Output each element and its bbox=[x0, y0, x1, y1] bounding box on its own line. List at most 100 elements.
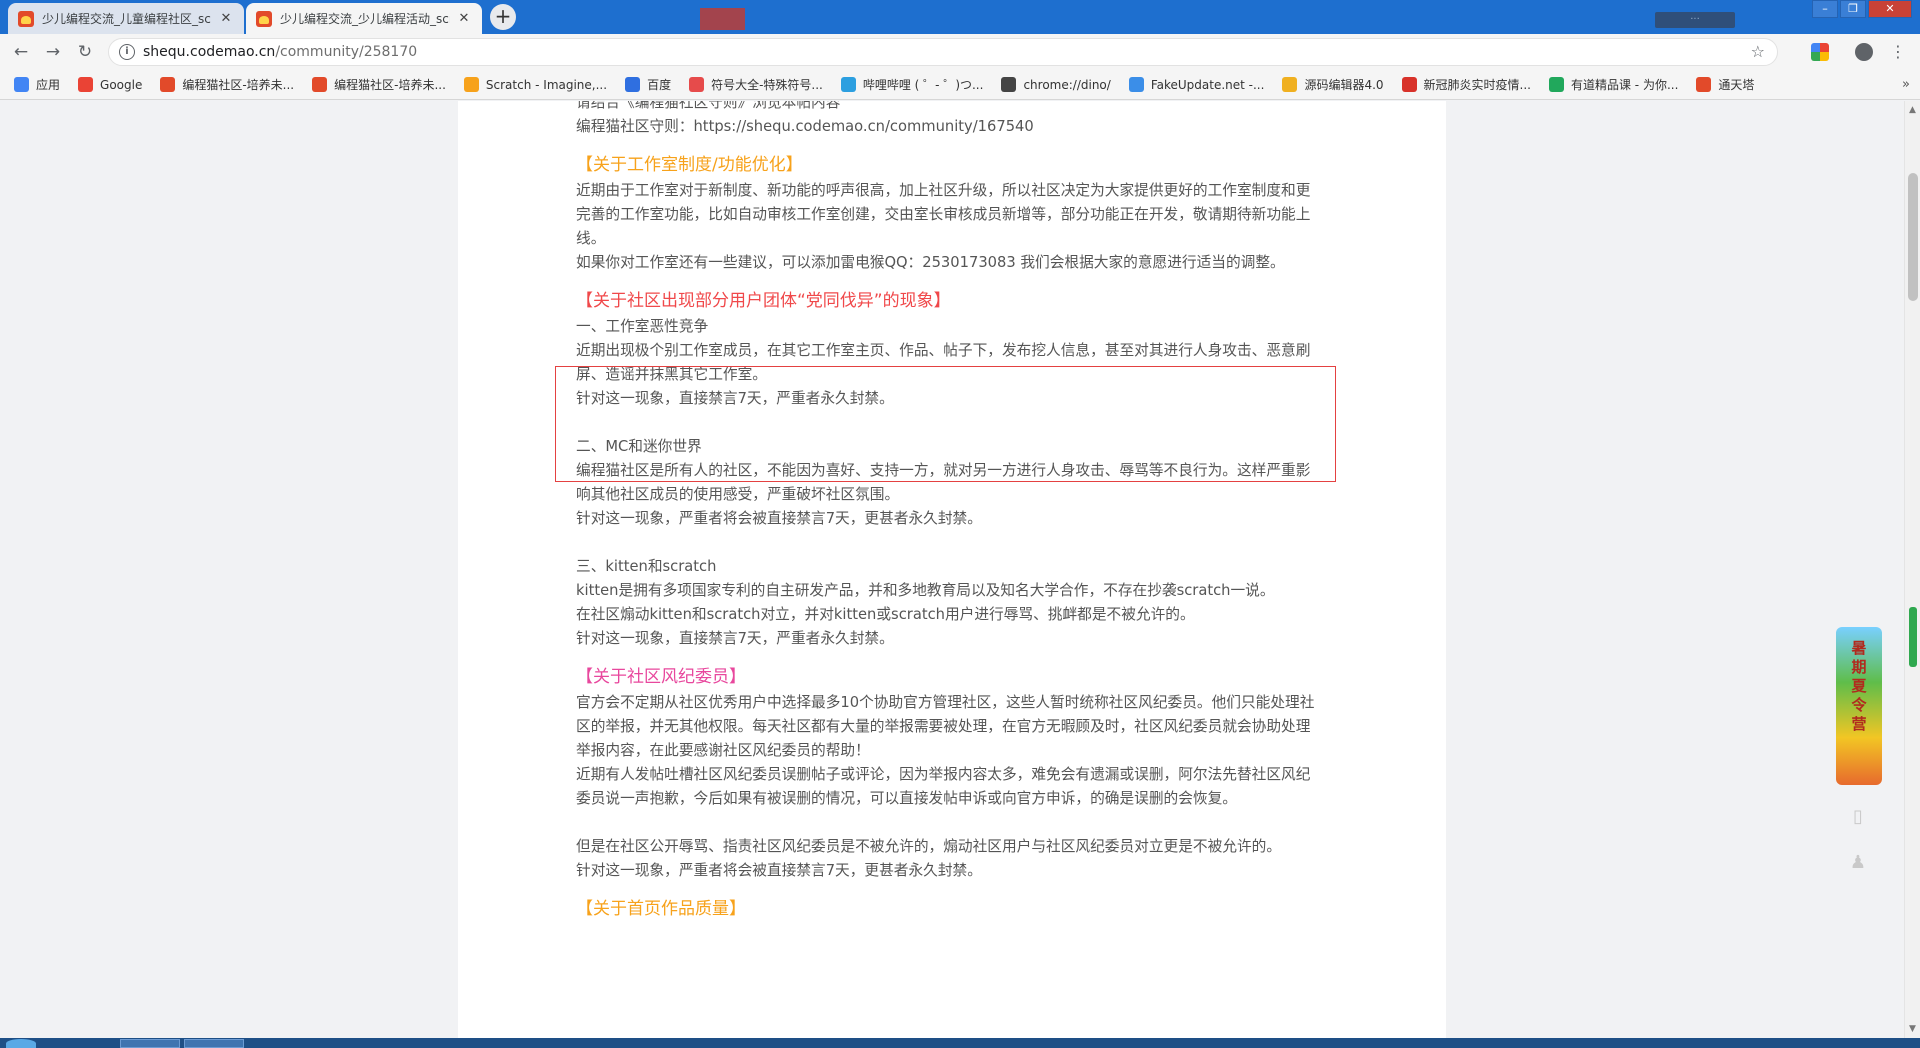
section-heading-studio: 【关于工作室制度/功能优化】 bbox=[576, 155, 803, 175]
section-heading-committee: 【关于社区风纪委员】 bbox=[576, 667, 746, 687]
bookmark-label: 百度 bbox=[647, 78, 672, 92]
tab-community-2[interactable]: 少儿编程交流_少儿编程活动_scra ✕ bbox=[246, 3, 482, 34]
minimize-icon[interactable]: – bbox=[1812, 0, 1838, 18]
item-title: 三、kitten和scratch bbox=[576, 558, 717, 575]
paragraph: 针对这一现象，直接禁言7天，严重者永久封禁。 bbox=[576, 630, 894, 647]
codemao-favicon-icon bbox=[256, 10, 272, 27]
extension-icon[interactable] bbox=[1811, 43, 1829, 61]
paragraph: 针对这一现象，严重者将会被直接禁言7天，更甚者永久封禁。 bbox=[576, 862, 982, 879]
section-heading-homepage: 【关于首页作品质量】 bbox=[576, 899, 746, 919]
bookmark-item[interactable]: 编程猫社区-培养未... bbox=[312, 76, 446, 93]
bookmark-star-icon[interactable]: ☆ bbox=[1751, 42, 1765, 61]
address-bar[interactable]: i shequ.codemao.cn/community/258170 ☆ bbox=[108, 38, 1778, 66]
scroll-down-arrow-icon[interactable]: ▼ bbox=[1909, 1024, 1916, 1034]
profile-chip[interactable]: ··· bbox=[1655, 12, 1735, 28]
bookmark-item[interactable]: 符号大全-特殊符号... bbox=[689, 76, 823, 93]
forward-arrow-icon[interactable]: → bbox=[42, 41, 64, 63]
highlight-annotation-box bbox=[555, 366, 1336, 482]
tab-strip-decoration bbox=[700, 8, 745, 30]
bookmark-favicon-icon bbox=[1696, 77, 1712, 92]
paragraph: kitten是拥有多项国家专利的自主研发产品，并和多地教育局以及知名大学合作，不… bbox=[576, 582, 1275, 599]
url-text[interactable]: shequ.codemao.cn/community/258170 bbox=[143, 44, 417, 60]
bookmark-item[interactable]: Scratch - Imagine,... bbox=[463, 77, 608, 92]
close-tab-icon[interactable]: ✕ bbox=[218, 11, 234, 26]
bookmark-label: 编程猫社区-培养未... bbox=[182, 78, 295, 92]
bookmark-item[interactable]: 应用 bbox=[14, 76, 60, 93]
bookmark-favicon-icon bbox=[1128, 77, 1144, 92]
codemao-favicon-icon bbox=[18, 10, 34, 27]
bookmark-label: 源码编辑器4.0 bbox=[1304, 78, 1384, 92]
os-taskbar bbox=[0, 1038, 1920, 1048]
bookmark-item[interactable]: 通天塔 bbox=[1696, 76, 1754, 93]
bookmark-label: 新冠肺炎实时疫情... bbox=[1423, 78, 1531, 92]
browser-toolbar: ← → ↻ i shequ.codemao.cn/community/25817… bbox=[0, 34, 1920, 70]
bookmark-favicon-icon bbox=[1001, 77, 1017, 92]
bookmark-favicon-icon bbox=[14, 77, 29, 92]
site-info-icon[interactable]: i bbox=[119, 44, 135, 60]
window-close-icon[interactable]: ✕ bbox=[1868, 0, 1912, 18]
rules-link-text[interactable]: 编程猫社区守则：https://shequ.codemao.cn/communi… bbox=[576, 115, 1316, 139]
account-avatar-icon[interactable] bbox=[1855, 43, 1873, 61]
bookmark-item[interactable]: 源码编辑器4.0 bbox=[1282, 76, 1384, 93]
paragraph: 在社区煽动kitten和scratch对立，并对kitten或scratch用户… bbox=[576, 606, 1195, 623]
summer-camp-promo[interactable]: 暑期夏令营 bbox=[1836, 627, 1882, 785]
bookmark-favicon-icon bbox=[840, 77, 856, 92]
bookmarks-overflow-icon[interactable]: » bbox=[1902, 77, 1910, 92]
start-button-icon[interactable] bbox=[6, 1039, 36, 1048]
bookmark-item[interactable]: Google bbox=[78, 77, 142, 92]
bookmark-label: 有道精品课 - 为你... bbox=[1570, 78, 1679, 92]
paragraph: 近期由于工作室对于新制度、新功能的呼声很高，加上社区升级，所以社区决定为大家提供… bbox=[576, 182, 1311, 247]
window-controls: – ❐ ✕ bbox=[1810, 0, 1912, 18]
tab-title: 少儿编程交流_少儿编程活动_scra bbox=[280, 12, 450, 26]
paragraph: 近期有人发帖吐槽社区风纪委员误删帖子或评论，因为举报内容太多，难免会有遗漏或误删… bbox=[576, 766, 1311, 807]
tab-title: 少儿编程交流_儿童编程社区_sc bbox=[42, 12, 211, 26]
restore-icon[interactable]: ❐ bbox=[1840, 0, 1866, 18]
paragraph: 针对这一现象，严重者将会被直接禁言7天，更甚者永久封禁。 bbox=[576, 510, 982, 527]
qq-penguin-icon[interactable]: ♟ bbox=[1843, 848, 1873, 878]
close-tab-icon[interactable]: ✕ bbox=[456, 11, 472, 26]
side-green-tab[interactable] bbox=[1909, 607, 1917, 667]
tab-community-1[interactable]: 少儿编程交流_儿童编程社区_sc ✕ bbox=[8, 3, 244, 34]
new-tab-button[interactable]: + bbox=[490, 4, 516, 30]
post-body: 请结合《编程猫社区守则》浏览本帖内容 编程猫社区守则：https://shequ… bbox=[576, 101, 1316, 923]
bookmark-favicon-icon bbox=[1401, 77, 1417, 92]
section-heading-groups: 【关于社区出现部分用户团体“党同伐异”的现象】 bbox=[576, 291, 951, 311]
bookmark-item[interactable]: 有道精品课 - 为你... bbox=[1548, 76, 1679, 93]
taskbar-app-button[interactable] bbox=[120, 1039, 180, 1048]
paragraph: 官方会不定期从社区优秀用户中选择最多10个协助官方管理社区，这些人暂时统称社区风… bbox=[576, 694, 1315, 759]
bookmark-label: 哔哩哔哩 ( ゜- ゜)つ... bbox=[862, 78, 984, 92]
url-host: shequ.codemao.cn bbox=[143, 44, 276, 60]
reload-icon[interactable]: ↻ bbox=[74, 41, 96, 63]
item-title: 一、工作室恶性竞争 bbox=[576, 318, 709, 335]
intro-text: 请结合《编程猫社区守则》浏览本帖内容 bbox=[576, 101, 841, 111]
bookmark-label: 编程猫社区-培养未... bbox=[334, 78, 446, 92]
page-scrollbar[interactable]: ▲ ▼ bbox=[1904, 101, 1920, 1038]
bookmark-item[interactable]: chrome://dino/ bbox=[1001, 77, 1111, 92]
bookmark-item[interactable]: 哔哩哔哩 ( ゜- ゜)つ... bbox=[840, 76, 984, 93]
paragraph: 但是在社区公开辱骂、指责社区风纪委员是不被允许的，煽动社区用户与社区风纪委员对立… bbox=[576, 838, 1282, 855]
bookmark-favicon-icon bbox=[625, 77, 641, 92]
phone-icon[interactable]: ▯ bbox=[1843, 802, 1873, 832]
url-path: /community/258170 bbox=[275, 44, 418, 60]
menu-kebab-icon[interactable]: ⋮ bbox=[1890, 43, 1906, 61]
bookmark-label: 符号大全-特殊符号... bbox=[711, 78, 823, 92]
bookmark-favicon-icon bbox=[78, 77, 94, 92]
bookmark-label: 通天塔 bbox=[1718, 78, 1755, 92]
paragraph: 如果你对工作室还有一些建议，可以添加雷电猴QQ：2530173083 我们会根据… bbox=[576, 254, 1285, 271]
bookmark-item[interactable]: FakeUpdate.net -... bbox=[1128, 77, 1265, 92]
taskbar-app-button[interactable] bbox=[184, 1039, 244, 1048]
bookmark-label: FakeUpdate.net -... bbox=[1150, 77, 1265, 92]
tab-strip: 少儿编程交流_儿童编程社区_sc ✕ 少儿编程交流_少儿编程活动_scra ✕ … bbox=[0, 0, 1920, 34]
bookmark-favicon-icon bbox=[463, 77, 479, 92]
bookmark-favicon-icon bbox=[312, 77, 328, 92]
bookmark-favicon-icon bbox=[1548, 77, 1564, 92]
bookmark-favicon-icon bbox=[689, 77, 705, 92]
back-arrow-icon[interactable]: ← bbox=[10, 41, 32, 63]
bookmark-label: 应用 bbox=[36, 78, 61, 92]
scrollbar-thumb[interactable] bbox=[1908, 173, 1918, 301]
bookmark-item[interactable]: 新冠肺炎实时疫情... bbox=[1401, 76, 1531, 93]
scroll-up-arrow-icon[interactable]: ▲ bbox=[1909, 105, 1916, 115]
bookmark-label: Scratch - Imagine,... bbox=[485, 77, 608, 92]
bookmark-item[interactable]: 百度 bbox=[625, 76, 671, 93]
bookmark-item[interactable]: 编程猫社区-培养未... bbox=[160, 76, 294, 93]
